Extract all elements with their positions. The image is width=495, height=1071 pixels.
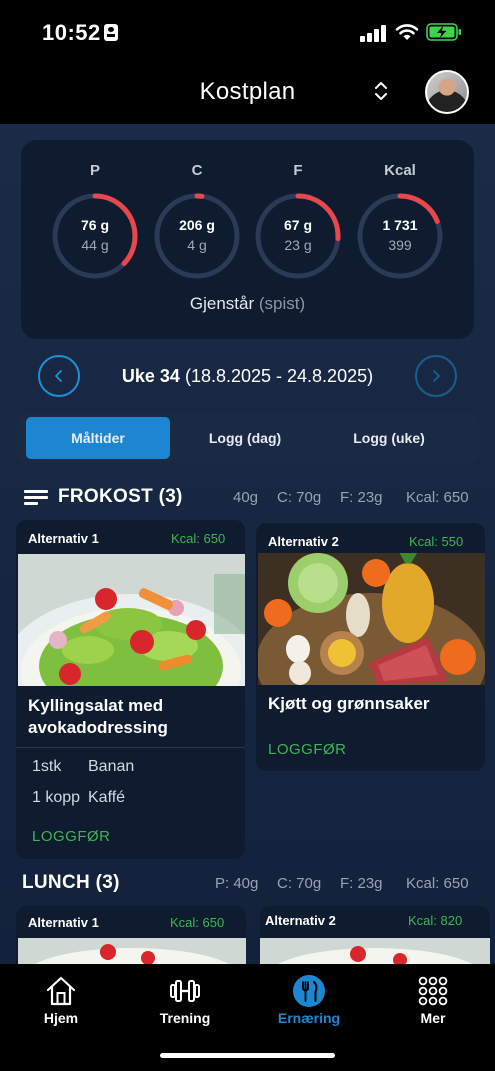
macro-carbs: C 206 g 4 g <box>152 162 242 281</box>
section-title: FROKOST (3) <box>58 486 183 507</box>
lunch-header: LUNCH (3) P: 40g C: 70g F: 23g Kcal: 650 <box>0 869 495 899</box>
alternative-label: Alternativ 2 <box>268 534 339 549</box>
section-fat: F: 23g <box>340 875 383 892</box>
status-bar: 10:52 Kostplan <box>0 0 495 124</box>
id-card-icon <box>104 24 118 41</box>
ingredient-qty: 1 kopp <box>32 789 81 806</box>
alternative-label: Alternativ 1 <box>28 531 99 546</box>
divider <box>16 747 245 748</box>
chevron-right-icon <box>433 370 440 382</box>
alternative-label: Alternativ 2 <box>265 913 336 928</box>
log-button[interactable]: LOGGFØR <box>32 828 111 845</box>
meal-name-line2: avokadodressing <box>28 718 168 737</box>
macro-legend-eaten: (spist) <box>258 294 306 313</box>
view-tabs: Måltider Logg (dag) Logg (uke) <box>17 413 479 463</box>
macro-ring: 206 g 4 g <box>152 191 242 281</box>
nav-item-mer[interactable]: Mer <box>383 974 483 1026</box>
macro-remaining: 1 731 <box>382 217 418 233</box>
macro-fat: F 67 g 23 g <box>253 162 343 281</box>
home-icon <box>46 976 76 1006</box>
macro-label: F <box>293 162 303 179</box>
nav-item-hjem[interactable]: Hjem <box>11 974 111 1026</box>
macro-ring: 76 g 44 g <box>50 191 140 281</box>
meal-name: Kjøtt og grønnsaker <box>268 694 430 713</box>
meal-name: Kyllingsalat med avokadodressing <box>28 695 168 739</box>
macro-label: P <box>89 162 100 179</box>
ingredient-name: Banan <box>88 758 135 775</box>
fork-knife-icon <box>293 975 325 1007</box>
section-carbs: C: 70g <box>277 875 322 892</box>
macro-ring: 67 g 23 g <box>253 191 343 281</box>
nav-label: Trening <box>159 1010 211 1026</box>
nav-label: Ernæring <box>277 1010 341 1026</box>
macro-eaten: 4 g <box>187 237 207 253</box>
nav-item-ernaering[interactable]: Ernæring <box>259 974 359 1026</box>
tab-maltider[interactable]: Måltider <box>26 417 170 459</box>
avatar[interactable] <box>425 70 469 114</box>
macro-eaten: 23 g <box>284 237 312 253</box>
meal-name-line1: Kyllingsalat med <box>28 696 164 715</box>
progress-ring-icon <box>52 193 138 279</box>
section-fat: F: 23g <box>340 489 383 506</box>
kcal-label: Kcal: 550 <box>409 534 464 549</box>
macro-summary-card: P 76 g 44 g C 206 g 4 g F 67 g 23 g Kcal… <box>21 140 474 339</box>
battery-charging-icon <box>426 23 461 41</box>
section-carbs: C: 70g <box>277 489 322 506</box>
grid-icon <box>418 976 448 1006</box>
macro-remaining: 206 g <box>179 217 215 233</box>
tab-logg-uke[interactable]: Logg (uke) <box>317 417 461 459</box>
dumbbell-icon <box>170 980 200 1002</box>
alternative-label: Alternativ 1 <box>28 915 99 930</box>
ingredient-row: 1stk Banan <box>32 758 134 776</box>
page-title: Kostplan <box>199 78 296 105</box>
week-number: Uke 34 <box>121 366 180 386</box>
section-kcal: Kcal: 650 <box>406 875 469 892</box>
tab-logg-dag[interactable]: Logg (dag) <box>173 417 317 459</box>
cellular-signal-icon <box>360 24 388 42</box>
macro-protein: P 76 g 44 g <box>50 162 140 281</box>
macro-eaten: 44 g <box>81 237 109 253</box>
section-protein: 40g <box>233 489 259 506</box>
kcal-label: Kcal: 650 <box>170 915 225 930</box>
macro-label: Kcal <box>384 162 416 179</box>
next-week-button[interactable] <box>415 355 457 397</box>
macro-kcal: Kcal 1 731 399 <box>355 162 445 281</box>
meat-vegetables-image <box>258 553 485 685</box>
home-indicator[interactable] <box>160 1053 335 1058</box>
macro-remaining: 76 g <box>80 217 109 233</box>
macro-legend-remaining: Gjenstår <box>189 294 255 313</box>
macro-eaten: 399 <box>388 237 412 253</box>
nav-label: Hjem <box>43 1010 79 1026</box>
section-protein: P: 40g <box>215 875 259 892</box>
macro-ring: 1 731 399 <box>355 191 445 281</box>
kcal-label: Kcal: 650 <box>171 531 226 546</box>
ingredient-row: 1 kopp Kaffé <box>32 789 125 807</box>
meal-card-frokost-alt2[interactable]: Alternativ 2 Kcal: 550 Kjøtt og grønnsak… <box>256 523 485 771</box>
progress-ring-icon <box>357 193 443 279</box>
menu-icon[interactable] <box>24 490 48 506</box>
meal-card-frokost-alt1[interactable]: Alternativ 1 Kcal: 650 Kyllingsalat med … <box>16 520 245 859</box>
macro-legend: Gjenstår (spist) <box>21 294 474 314</box>
chevron-up-down-icon[interactable] <box>372 80 390 102</box>
ingredient-name: Kaffé <box>88 789 126 806</box>
section-title: LUNCH (3) <box>22 872 120 893</box>
salad-image <box>18 554 245 686</box>
status-time: 10:52 <box>42 20 101 45</box>
kcal-label: Kcal: 820 <box>408 913 463 928</box>
wifi-icon <box>395 24 419 40</box>
week-selector: Uke 34 (18.8.2025 - 24.8.2025) <box>0 352 495 400</box>
frokost-header: FROKOST (3) 40g C: 70g F: 23g Kcal: 650 <box>0 483 495 513</box>
nav-label: Mer <box>420 1010 446 1026</box>
week-date-range: (18.8.2025 - 24.8.2025) <box>184 366 374 386</box>
macro-remaining: 67 g <box>283 217 312 233</box>
section-kcal: Kcal: 650 <box>406 489 469 506</box>
ingredient-qty: 1stk <box>32 758 62 775</box>
macro-label: C <box>191 162 203 179</box>
progress-ring-icon <box>154 193 240 279</box>
log-button[interactable]: LOGGFØR <box>268 741 347 758</box>
progress-ring-icon <box>255 193 341 279</box>
nav-item-trening[interactable]: Trening <box>135 974 235 1026</box>
